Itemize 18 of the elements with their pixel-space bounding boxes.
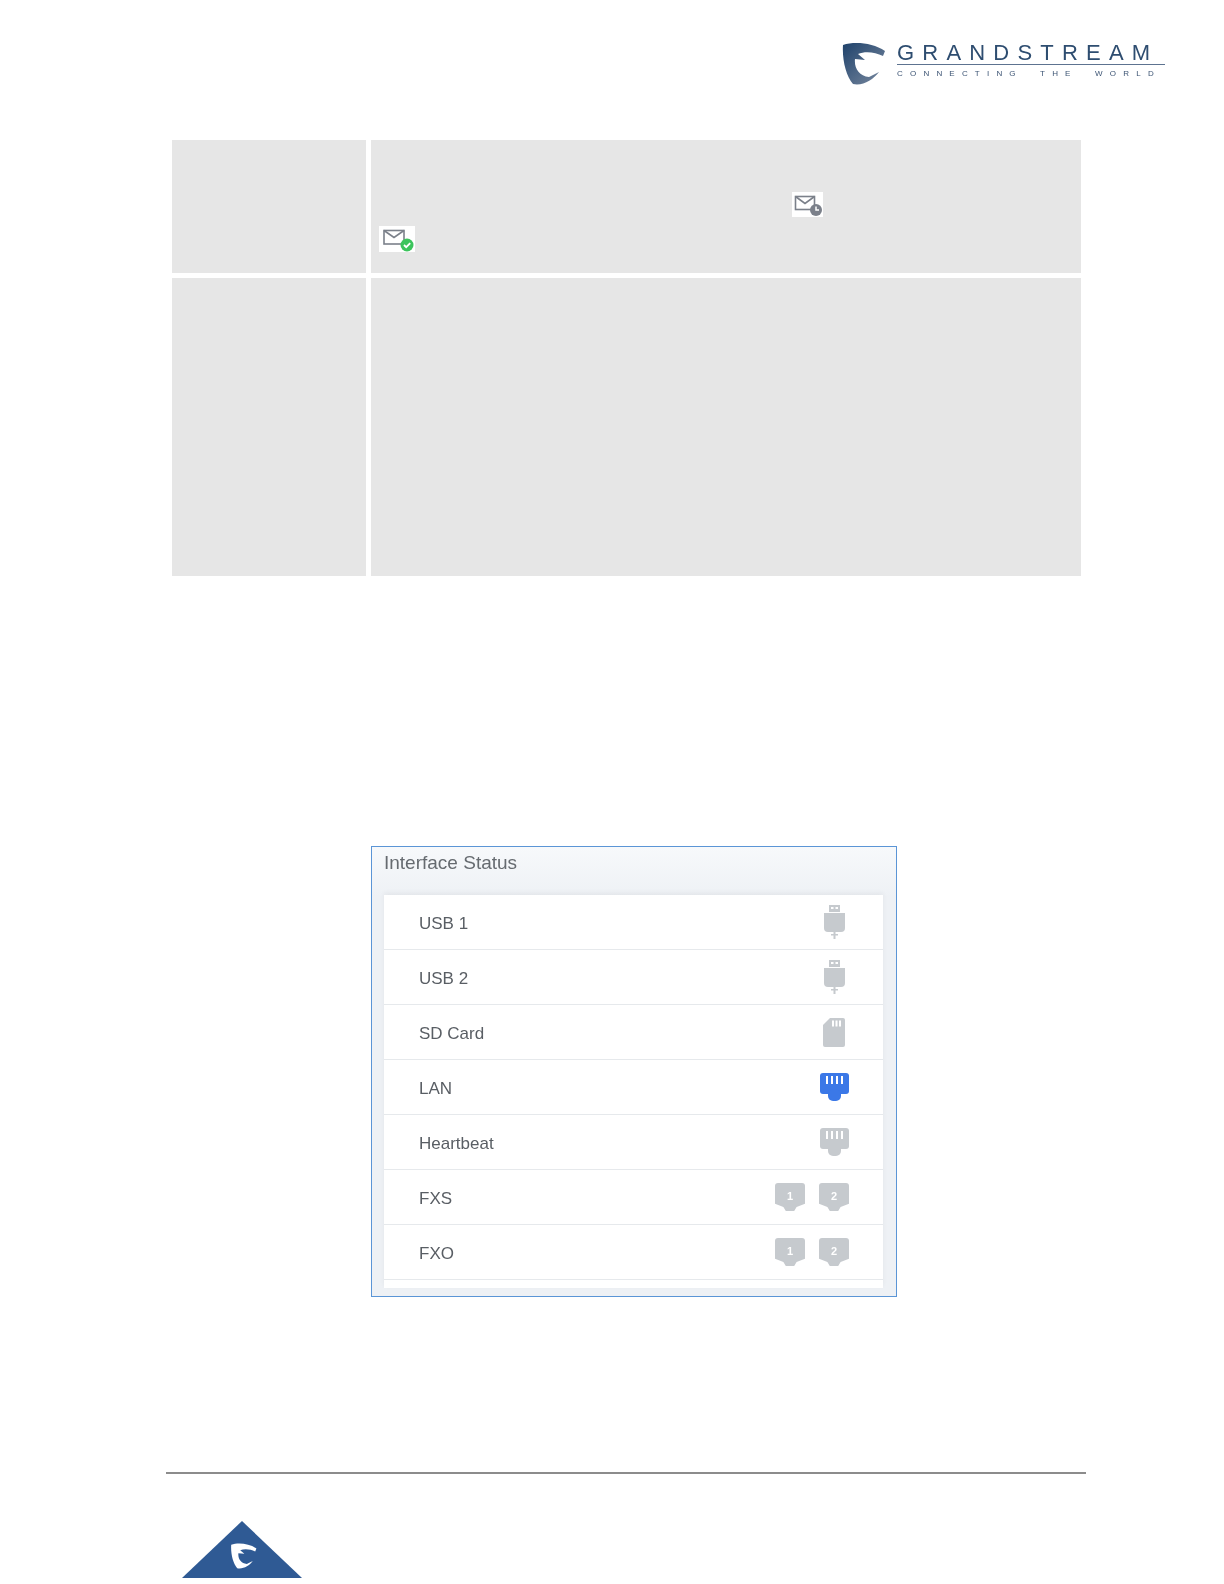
port-indicator: 1 [775,1238,805,1266]
interface-label: FXS [419,1187,453,1209]
port-indicator: 2 [819,1238,849,1266]
interface-label: LAN [419,1077,453,1099]
interface-label: Heartbeat [419,1132,494,1154]
interface-label: FXO [419,1242,454,1264]
port-indicator: 1 [775,1183,805,1211]
triangle-logo-icon [182,1521,302,1578]
interface-label: USB 2 [419,967,469,989]
mail-check-icon [379,226,415,252]
swoosh-logo-icon [841,42,886,85]
panel-title: Interface Status [384,851,518,875]
logo-wordmark: GRANDSTREAM [897,44,1159,62]
logo-tagline: CONNECTING THE WORLD [897,70,1161,78]
interface-label: SD Card [419,1022,485,1044]
mail-clock-icon [792,192,823,217]
interface-label: USB 1 [419,912,469,934]
port-indicator: 2 [819,1183,849,1211]
